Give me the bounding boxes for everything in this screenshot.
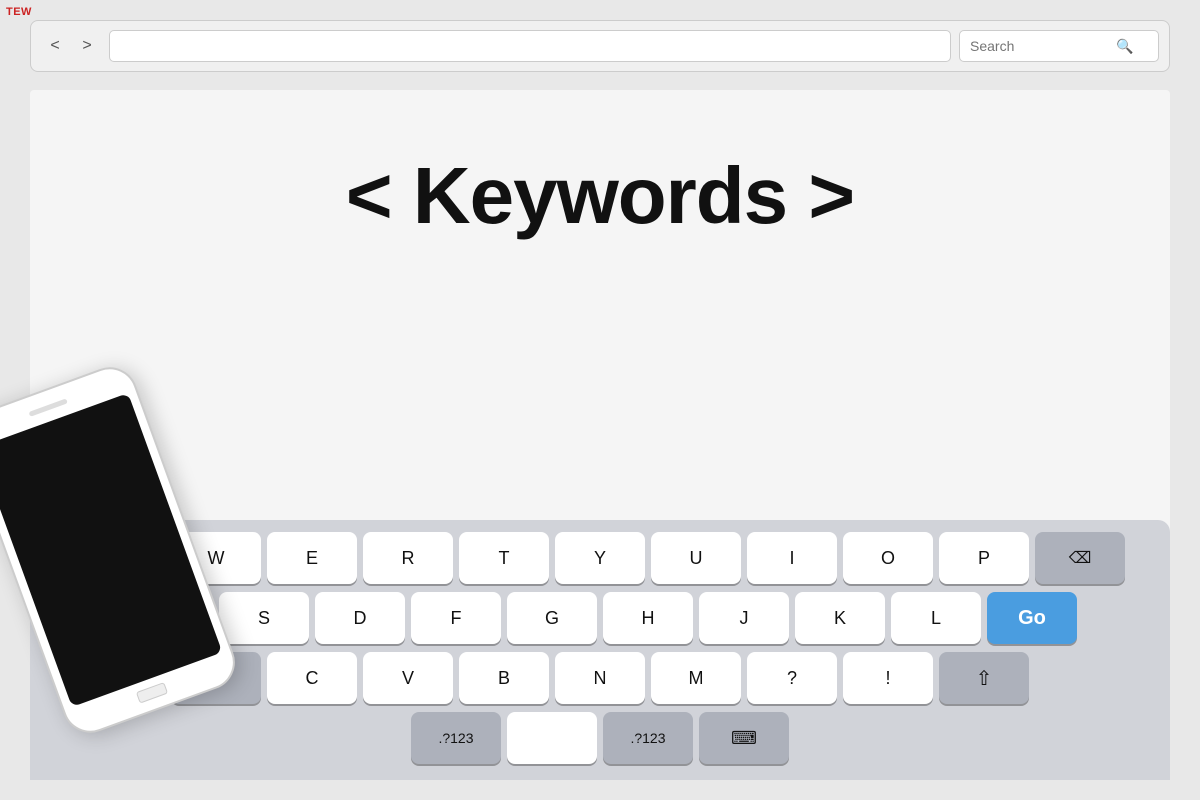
key-numbers[interactable]: .?123: [411, 712, 501, 764]
key-m[interactable]: M: [651, 652, 741, 704]
key-l[interactable]: L: [891, 592, 981, 644]
back-button[interactable]: <: [41, 32, 69, 60]
key-u[interactable]: U: [651, 532, 741, 584]
key-p[interactable]: P: [939, 532, 1029, 584]
key-t[interactable]: T: [459, 532, 549, 584]
key-numbers-right[interactable]: .?123: [603, 712, 693, 764]
search-bar: 🔍: [959, 30, 1159, 62]
key-g[interactable]: G: [507, 592, 597, 644]
key-f[interactable]: F: [411, 592, 501, 644]
row2-spacer-right: [1083, 592, 1162, 644]
key-b[interactable]: B: [459, 652, 549, 704]
keywords-heading: < Keywords >: [346, 150, 854, 242]
key-c[interactable]: C: [267, 652, 357, 704]
keyboard-row-bottom: .?123 .?123 ⌨: [38, 712, 1162, 764]
key-keyboard[interactable]: ⌨: [699, 712, 789, 764]
delete-icon: ⌫: [1069, 548, 1092, 568]
keyboard-row-1: Q W E R T Y U I O P ⌫: [38, 532, 1162, 584]
key-y[interactable]: Y: [555, 532, 645, 584]
phone-home-button: [136, 682, 168, 704]
key-r[interactable]: R: [363, 532, 453, 584]
key-n[interactable]: N: [555, 652, 645, 704]
key-space[interactable]: [507, 712, 597, 764]
key-h[interactable]: H: [603, 592, 693, 644]
browser-bar: < > 🔍: [30, 20, 1170, 72]
key-i[interactable]: I: [747, 532, 837, 584]
search-input[interactable]: [970, 38, 1110, 54]
keyboard-wrapper: Q W E R T Y U I O P ⌫ A S D F: [30, 400, 1170, 780]
key-s[interactable]: S: [219, 592, 309, 644]
url-input[interactable]: [109, 30, 951, 62]
key-shift-right[interactable]: ⇧: [939, 652, 1029, 704]
keyboard-icon: ⌨: [731, 728, 757, 749]
forward-button[interactable]: >: [73, 32, 101, 60]
phone-speaker: [29, 398, 68, 416]
key-e[interactable]: E: [267, 532, 357, 584]
shift-right-icon: ⇧: [976, 666, 993, 691]
main-content: < Keywords > Q W E R T Y U I O P: [30, 90, 1170, 780]
key-exclaim[interactable]: !: [843, 652, 933, 704]
key-j[interactable]: J: [699, 592, 789, 644]
key-o[interactable]: O: [843, 532, 933, 584]
search-icon: 🔍: [1116, 38, 1133, 55]
key-delete[interactable]: ⌫: [1035, 532, 1125, 584]
tew-badge: TEW: [6, 6, 32, 18]
key-d[interactable]: D: [315, 592, 405, 644]
key-k[interactable]: K: [795, 592, 885, 644]
key-v[interactable]: V: [363, 652, 453, 704]
key-question[interactable]: ?: [747, 652, 837, 704]
key-go[interactable]: Go: [987, 592, 1077, 644]
